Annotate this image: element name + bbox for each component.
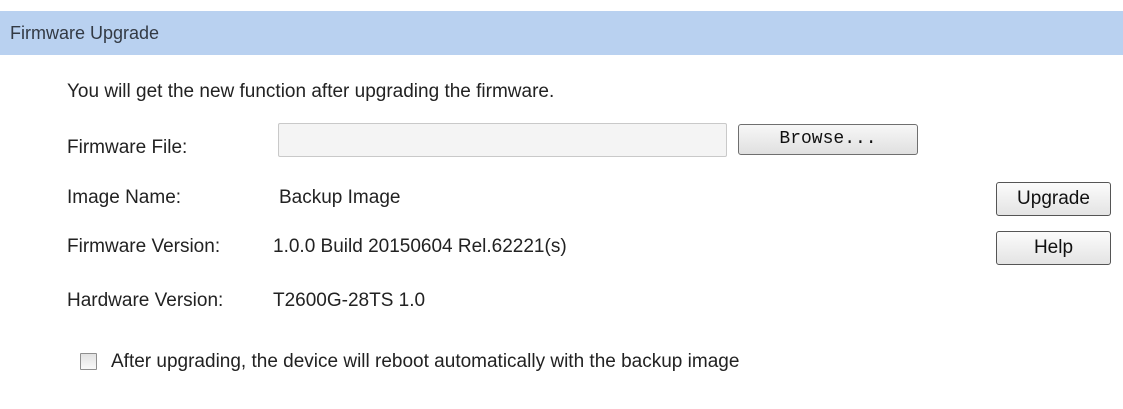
browse-button[interactable]: Browse... (738, 124, 918, 155)
help-button[interactable]: Help (996, 231, 1111, 265)
upgrade-button[interactable]: Upgrade (996, 182, 1111, 216)
hardware-version-value: T2600G-28TS 1.0 (273, 290, 426, 311)
firmware-version-value: 1.0.0 Build 20150604 Rel.62221(s) (273, 236, 567, 257)
section-header: Firmware Upgrade (0, 11, 1123, 55)
firmware-file-input[interactable] (278, 123, 727, 157)
firmware-file-label: Firmware File: (67, 137, 188, 158)
reboot-checkbox-label[interactable]: After upgrading, the device will reboot … (111, 351, 739, 373)
hardware-version-label: Hardware Version: (67, 290, 224, 311)
image-name-label: Image Name: (67, 187, 182, 208)
reboot-checkbox[interactable] (80, 353, 97, 370)
firmware-version-label: Firmware Version: (67, 236, 221, 257)
intro-text: You will get the new function after upgr… (67, 81, 555, 102)
section-title: Firmware Upgrade (10, 23, 160, 43)
image-name-value: Backup Image (279, 187, 401, 208)
